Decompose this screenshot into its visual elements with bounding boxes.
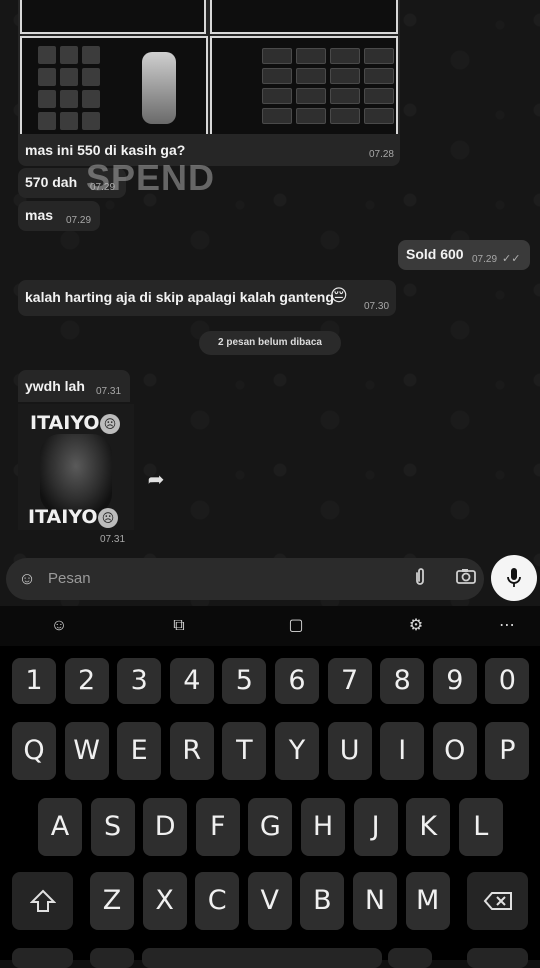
bottom-row-key[interactable]	[12, 948, 73, 968]
pensive-emoji-icon: 😔	[330, 286, 348, 305]
key-v[interactable]: V	[247, 872, 292, 930]
key-d[interactable]: D	[143, 798, 188, 856]
message-time: 07.30	[364, 301, 390, 312]
image-panel-top-left	[20, 0, 206, 34]
key-o[interactable]: O	[432, 722, 477, 780]
message-text: ywdh lah	[25, 378, 85, 394]
key-j[interactable]: J	[353, 798, 398, 856]
settings-icon[interactable]: ⚙	[404, 614, 428, 638]
message-input[interactable]: Pesan	[48, 570, 91, 587]
sticker-image[interactable]: ITAIYO ☹ ITAIYO ☹	[18, 404, 134, 530]
key-g[interactable]: G	[248, 798, 293, 856]
read-checks-icon: ✓✓	[502, 253, 521, 265]
key-e[interactable]: E	[117, 722, 162, 780]
key-i[interactable]: I	[380, 722, 425, 780]
camera-icon[interactable]	[454, 567, 478, 591]
message-time: 07.29	[66, 215, 92, 226]
sticker-bottom-text: ITAIYO	[28, 506, 98, 528]
crying-face-icon: ☹	[98, 508, 118, 528]
more-icon[interactable]: ⋯	[495, 614, 519, 638]
sticker-icon[interactable]: ☺	[15, 567, 39, 591]
key-6[interactable]: 6	[275, 658, 319, 704]
bottom-row-key[interactable]	[388, 948, 432, 968]
message-bubble[interactable]: ywdh lah 07.31	[18, 370, 130, 402]
key-y[interactable]: Y	[275, 722, 319, 780]
message-text: mas	[25, 207, 54, 223]
key-s[interactable]: S	[90, 798, 135, 856]
clipboard-icon[interactable]: ▢	[284, 614, 308, 638]
key-4[interactable]: 4	[169, 658, 214, 704]
mic-icon[interactable]	[491, 555, 537, 601]
key-q[interactable]: Q	[12, 722, 56, 780]
message-input-bar[interactable]: ☺ Pesan	[6, 558, 484, 600]
message-time: 07.31	[96, 386, 122, 397]
image-panel-weapons	[210, 36, 398, 136]
shared-image[interactable]	[18, 0, 400, 138]
key-n[interactable]: N	[353, 872, 397, 930]
message-bubble[interactable]: kalah harting aja di skip apalagi kalah …	[18, 280, 396, 316]
key-r[interactable]: R	[169, 722, 214, 780]
sticker-time: 07.31	[100, 534, 126, 545]
key-c[interactable]: C	[195, 872, 240, 930]
key-0[interactable]: 0	[485, 658, 530, 704]
clipboard-tool-icon[interactable]: ⧉	[167, 614, 191, 638]
key-1[interactable]: 1	[12, 658, 56, 704]
attach-icon[interactable]	[408, 567, 432, 591]
message-bubble[interactable]: mas 07.29	[18, 201, 100, 231]
message-text: 570 dah	[25, 174, 78, 190]
outgoing-message-bubble[interactable]: Sold 600 07.29 ✓✓	[398, 240, 530, 270]
chat-area[interactable]: mas ini 550 di kasih ga? 07.28 570 dah 0…	[0, 0, 540, 606]
message-text: kalah harting aja di skip apalagi kalah …	[25, 289, 334, 305]
emoji-icon[interactable]: ☺	[47, 614, 71, 638]
key-l[interactable]: L	[458, 798, 503, 856]
key-x[interactable]: X	[142, 872, 187, 930]
key-5[interactable]: 5	[222, 658, 267, 704]
key-3[interactable]: 3	[117, 658, 162, 704]
sticker-top-text: ITAIYO	[30, 412, 100, 434]
sticker-figure	[40, 434, 112, 514]
key-w[interactable]: W	[64, 722, 109, 780]
key-8[interactable]: 8	[380, 658, 425, 704]
forward-icon[interactable]: ➦	[142, 466, 170, 494]
keyboard: 1234567890 QWERTYUIOP ASDFGHJKL ZXCVBNM	[0, 646, 540, 968]
key-9[interactable]: 9	[432, 658, 477, 704]
shift-key-icon[interactable]	[12, 872, 73, 930]
key-m[interactable]: M	[405, 872, 450, 930]
keyboard-toolbar: ☺ ⧉ ▢ ⚙ ⋯	[0, 606, 540, 646]
key-7[interactable]: 7	[327, 658, 372, 704]
key-p[interactable]: P	[485, 722, 530, 780]
bottom-row-key[interactable]	[467, 948, 528, 968]
message-text: mas ini 550 di kasih ga?	[25, 142, 186, 158]
key-2[interactable]: 2	[64, 658, 109, 704]
message-time: 07.28	[368, 149, 394, 160]
unread-messages-banner: 2 pesan belum dibaca	[199, 331, 341, 355]
key-b[interactable]: B	[300, 872, 345, 930]
bottom-row-key[interactable]	[142, 948, 382, 968]
backspace-key-icon[interactable]	[467, 872, 528, 930]
bottom-row-key[interactable]	[90, 948, 134, 968]
key-z[interactable]: Z	[90, 872, 134, 930]
key-f[interactable]: F	[195, 798, 240, 856]
message-text: Sold 600	[406, 246, 464, 262]
key-u[interactable]: U	[327, 722, 372, 780]
character-figure	[142, 52, 176, 124]
image-panel-inventory	[20, 36, 208, 136]
watermark-text: SPEND	[86, 157, 216, 198]
image-panel-top-right	[210, 0, 398, 34]
sad-face-icon: ☹	[100, 414, 120, 434]
key-t[interactable]: T	[222, 722, 267, 780]
key-h[interactable]: H	[301, 798, 345, 856]
message-time: 07.29	[472, 254, 498, 265]
key-a[interactable]: A	[38, 798, 82, 856]
key-k[interactable]: K	[406, 798, 451, 856]
